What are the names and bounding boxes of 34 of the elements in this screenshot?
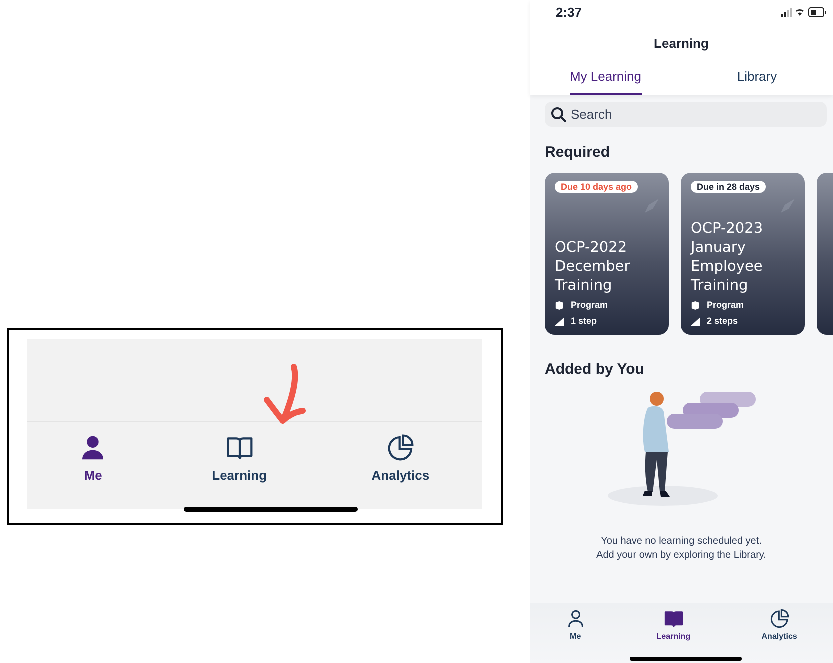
card-title: OCP-2022 December Training	[555, 239, 632, 296]
tab-bar-item[interactable]: Me	[75, 434, 112, 483]
pie-chart-icon	[770, 609, 790, 629]
person-icon	[566, 609, 586, 629]
status-time: 2:37	[556, 5, 582, 20]
signal-bars-icon	[691, 316, 700, 326]
search-field[interactable]: Search	[545, 102, 827, 127]
course-card[interactable]: Due 10 days ago OCP-2022 December Training Program 1 step	[545, 173, 669, 335]
card-title: OCP-2023 January Employee Training	[691, 220, 764, 296]
tab[interactable]: Library	[682, 69, 833, 95]
status-icons-drawing	[781, 7, 827, 18]
card-type: Program	[707, 300, 744, 310]
section-heading: Added by You	[544, 361, 646, 378]
card-type: Program	[571, 300, 608, 310]
screen-title: Learning	[653, 36, 710, 51]
tab-bar-item[interactable]: Learning	[652, 609, 695, 641]
signal-bars-icon	[555, 316, 564, 326]
box-icon	[691, 300, 700, 310]
tab-bar-item[interactable]: Analytics	[758, 609, 802, 641]
due-badge: Due in 28 days	[691, 181, 766, 193]
course-card[interactable]: Due in 28 days OCP-2023 January Employee Training Program 2 steps	[681, 173, 805, 335]
box-icon	[555, 300, 564, 310]
section-heading: Required	[544, 144, 612, 161]
book-icon	[664, 609, 684, 629]
search-icon	[551, 107, 567, 123]
tab-bar-item[interactable]: Learning	[208, 434, 272, 483]
pie-chart-icon	[386, 434, 415, 462]
due-badge: Due 10 days ago	[555, 181, 638, 193]
tab[interactable]: My Learning	[530, 69, 682, 95]
step-count: 2 steps	[707, 316, 738, 326]
tab-bar-item[interactable]: Analytics	[368, 434, 434, 483]
step-count: 1 step	[571, 316, 598, 326]
empty-state-message: You have no learning scheduled yet. Add your own by exploring the Library.	[596, 535, 768, 563]
tab-bar-item[interactable]: Me	[562, 609, 590, 641]
